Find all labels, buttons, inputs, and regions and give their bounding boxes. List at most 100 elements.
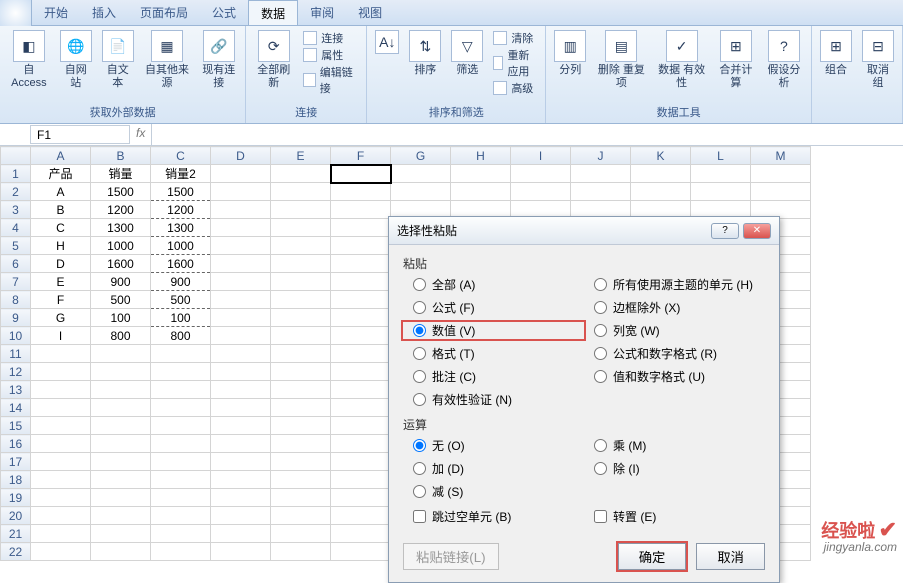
formula-input[interactable] bbox=[151, 124, 903, 145]
tab-review[interactable]: 审阅 bbox=[298, 0, 346, 25]
cell-D2[interactable] bbox=[211, 183, 271, 201]
cell-F16[interactable] bbox=[331, 435, 391, 453]
cell-B10[interactable]: 800 bbox=[91, 327, 151, 345]
row-header-19[interactable]: 19 bbox=[1, 489, 31, 507]
advanced-filter-button[interactable]: 高级 bbox=[493, 80, 537, 96]
cell-B1[interactable]: 销量 bbox=[91, 165, 151, 183]
cell-H1[interactable] bbox=[451, 165, 511, 183]
paste-theme-radio[interactable]: 所有使用源主题的单元 (H) bbox=[584, 276, 765, 293]
properties-button[interactable]: 属性 bbox=[303, 47, 358, 63]
row-header-18[interactable]: 18 bbox=[1, 471, 31, 489]
cell-F1[interactable] bbox=[331, 165, 391, 183]
paste-comment-radio[interactable]: 批注 (C) bbox=[403, 368, 584, 385]
cell-C9[interactable]: 100 bbox=[151, 309, 211, 327]
cell-J1[interactable] bbox=[571, 165, 631, 183]
cell-A18[interactable] bbox=[31, 471, 91, 489]
cell-C19[interactable] bbox=[151, 489, 211, 507]
cell-A8[interactable]: F bbox=[31, 291, 91, 309]
cell-D9[interactable] bbox=[211, 309, 271, 327]
cell-D4[interactable] bbox=[211, 219, 271, 237]
cell-F10[interactable] bbox=[331, 327, 391, 345]
cell-E21[interactable] bbox=[271, 525, 331, 543]
cell-D10[interactable] bbox=[211, 327, 271, 345]
cell-E8[interactable] bbox=[271, 291, 331, 309]
col-header-I[interactable]: I bbox=[511, 147, 571, 165]
cell-A20[interactable] bbox=[31, 507, 91, 525]
row-header-17[interactable]: 17 bbox=[1, 453, 31, 471]
row-header-12[interactable]: 12 bbox=[1, 363, 31, 381]
cell-D7[interactable] bbox=[211, 273, 271, 291]
cell-B22[interactable] bbox=[91, 543, 151, 561]
cell-K2[interactable] bbox=[631, 183, 691, 201]
cell-B2[interactable]: 1500 bbox=[91, 183, 151, 201]
cell-F14[interactable] bbox=[331, 399, 391, 417]
row-header-20[interactable]: 20 bbox=[1, 507, 31, 525]
cell-E10[interactable] bbox=[271, 327, 331, 345]
col-header-J[interactable]: J bbox=[571, 147, 631, 165]
cell-B21[interactable] bbox=[91, 525, 151, 543]
existing-conn-button[interactable]: 🔗现有连接 bbox=[196, 28, 241, 92]
cell-C21[interactable] bbox=[151, 525, 211, 543]
group-button[interactable]: ⊞组合 bbox=[816, 28, 856, 92]
cell-D15[interactable] bbox=[211, 417, 271, 435]
cell-E4[interactable] bbox=[271, 219, 331, 237]
cell-D18[interactable] bbox=[211, 471, 271, 489]
cell-C3[interactable]: 1200 bbox=[151, 201, 211, 219]
cell-J2[interactable] bbox=[571, 183, 631, 201]
office-button[interactable] bbox=[0, 0, 32, 26]
paste-valnum-radio[interactable]: 值和数字格式 (U) bbox=[584, 368, 765, 385]
cell-D8[interactable] bbox=[211, 291, 271, 309]
cell-F17[interactable] bbox=[331, 453, 391, 471]
cell-B6[interactable]: 1600 bbox=[91, 255, 151, 273]
data-valid-button[interactable]: ✓数据 有效性 bbox=[653, 28, 711, 92]
cell-D19[interactable] bbox=[211, 489, 271, 507]
cell-B13[interactable] bbox=[91, 381, 151, 399]
cell-B4[interactable]: 1300 bbox=[91, 219, 151, 237]
refresh-all-button[interactable]: ⟳全部刷新 bbox=[250, 28, 297, 98]
cell-C5[interactable]: 1000 bbox=[151, 237, 211, 255]
cell-E12[interactable] bbox=[271, 363, 331, 381]
cell-D21[interactable] bbox=[211, 525, 271, 543]
cell-D12[interactable] bbox=[211, 363, 271, 381]
cell-C1[interactable]: 销量2 bbox=[151, 165, 211, 183]
cell-C12[interactable] bbox=[151, 363, 211, 381]
cell-M1[interactable] bbox=[751, 165, 811, 183]
cell-E14[interactable] bbox=[271, 399, 331, 417]
cell-F12[interactable] bbox=[331, 363, 391, 381]
cell-F7[interactable] bbox=[331, 273, 391, 291]
col-header-D[interactable]: D bbox=[211, 147, 271, 165]
cell-C7[interactable]: 900 bbox=[151, 273, 211, 291]
cell-A16[interactable] bbox=[31, 435, 91, 453]
cell-E11[interactable] bbox=[271, 345, 331, 363]
paste-formula-radio[interactable]: 公式 (F) bbox=[403, 299, 584, 316]
tab-start[interactable]: 开始 bbox=[32, 0, 80, 25]
cell-A4[interactable]: C bbox=[31, 219, 91, 237]
cell-A13[interactable] bbox=[31, 381, 91, 399]
cell-E7[interactable] bbox=[271, 273, 331, 291]
row-header-13[interactable]: 13 bbox=[1, 381, 31, 399]
tab-view[interactable]: 视图 bbox=[346, 0, 394, 25]
close-icon[interactable]: ✕ bbox=[743, 223, 771, 239]
paste-colw-radio[interactable]: 列宽 (W) bbox=[584, 322, 765, 339]
cell-E18[interactable] bbox=[271, 471, 331, 489]
op-add-radio[interactable]: 加 (D) bbox=[403, 460, 584, 477]
cell-D16[interactable] bbox=[211, 435, 271, 453]
cell-C16[interactable] bbox=[151, 435, 211, 453]
cell-L2[interactable] bbox=[691, 183, 751, 201]
cell-A15[interactable] bbox=[31, 417, 91, 435]
tab-insert[interactable]: 插入 bbox=[80, 0, 128, 25]
cell-C10[interactable]: 800 bbox=[151, 327, 211, 345]
cell-B18[interactable] bbox=[91, 471, 151, 489]
cell-A22[interactable] bbox=[31, 543, 91, 561]
paste-value-radio[interactable]: 数值 (V) bbox=[403, 322, 584, 339]
cell-A2[interactable]: A bbox=[31, 183, 91, 201]
cell-F22[interactable] bbox=[331, 543, 391, 561]
cell-F2[interactable] bbox=[331, 183, 391, 201]
col-header-H[interactable]: H bbox=[451, 147, 511, 165]
cell-A6[interactable]: D bbox=[31, 255, 91, 273]
cell-B12[interactable] bbox=[91, 363, 151, 381]
cell-K1[interactable] bbox=[631, 165, 691, 183]
cell-B9[interactable]: 100 bbox=[91, 309, 151, 327]
paste-border-radio[interactable]: 边框除外 (X) bbox=[584, 299, 765, 316]
cell-A21[interactable] bbox=[31, 525, 91, 543]
